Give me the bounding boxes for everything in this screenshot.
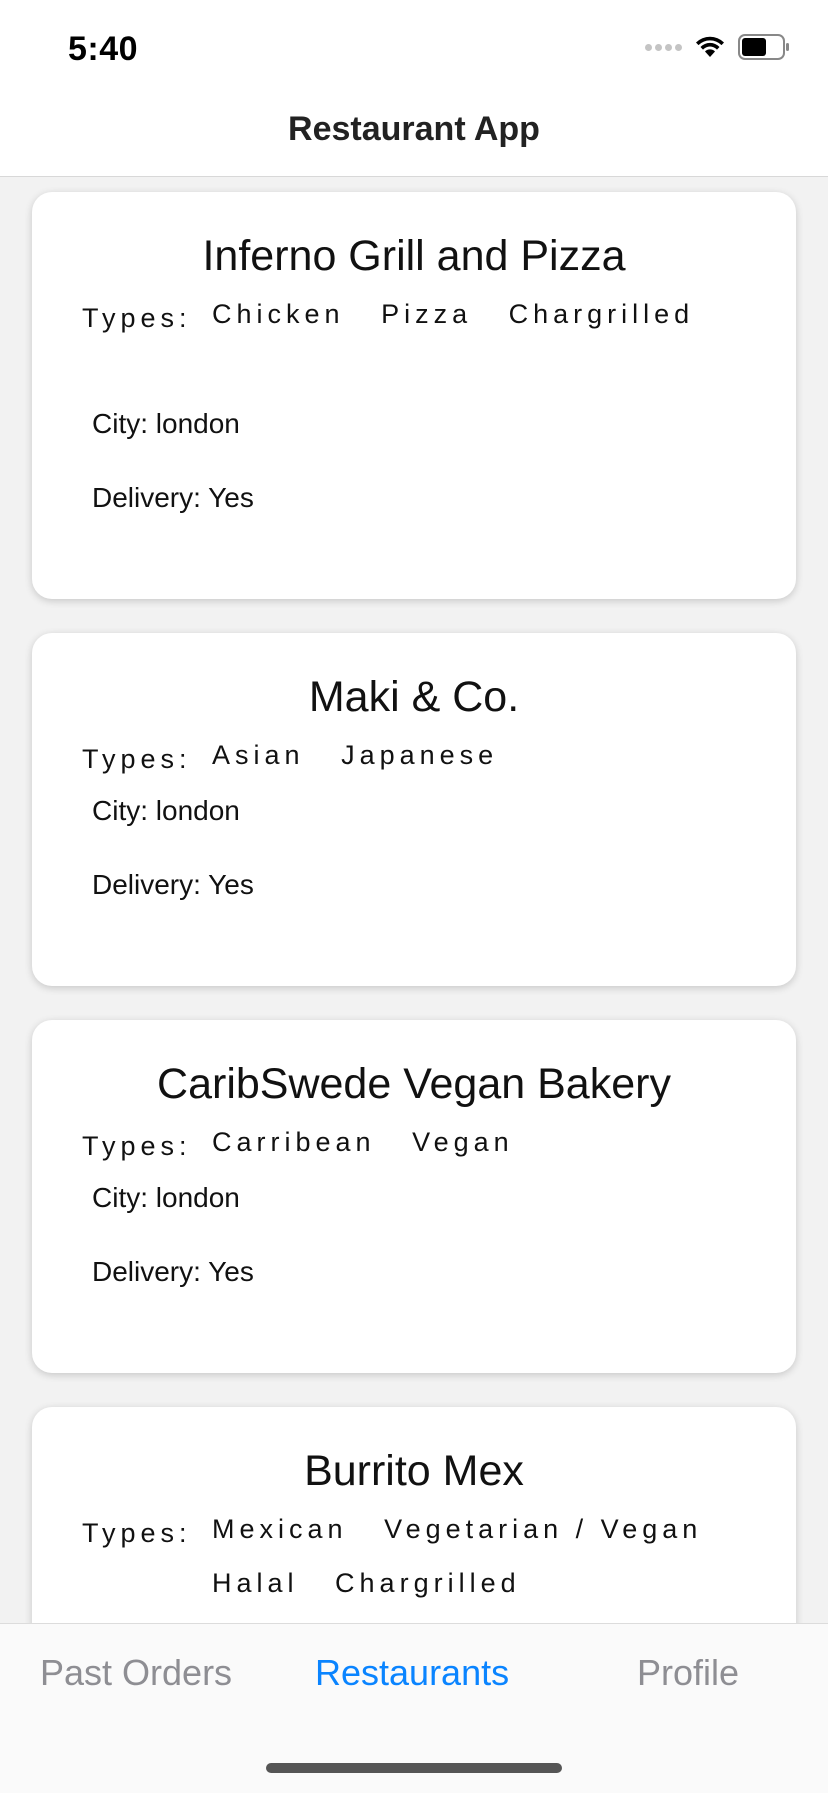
home-indicator[interactable] [266,1763,562,1773]
delivery-text: Delivery: Yes [92,1256,254,1287]
types-tags: Asian Japanese [212,728,772,782]
type-tag: Chargrilled [508,299,695,329]
types-label: Types: [82,744,192,774]
restaurant-name: Maki & Co. [308,673,520,721]
type-tag: Chargrilled [335,1568,521,1598]
status-icons [645,34,790,60]
tab-profile[interactable]: Profile [637,1652,739,1694]
types-label: Types: [82,1518,192,1548]
types-tags: Chicken Pizza Chargrilled [212,287,772,341]
city-text: City: london [92,795,240,826]
city-text: City: london [92,408,240,439]
tab-past-orders[interactable]: Past Orders [40,1652,232,1694]
tab-restaurants[interactable]: Restaurants [315,1652,509,1694]
type-tag: Halal [212,1568,299,1598]
type-tag: Asian [212,740,305,770]
type-tag: Carribean [212,1127,376,1157]
cellular-signal-icon [645,43,682,51]
navigation-header: Restaurant App [0,92,828,177]
type-tag: Pizza [381,299,473,329]
restaurant-list[interactable]: Inferno Grill and Pizza Types: Chicken P… [0,177,828,1623]
type-tag: Vegetarian / Vegan [384,1514,703,1544]
types-label: Types: [82,303,192,333]
status-bar: 5:40 [0,0,828,92]
types-tags: Carribean Vegan [212,1115,772,1169]
page-title: Restaurant App [288,110,540,148]
restaurant-name: Inferno Grill and Pizza [202,232,626,280]
type-tag: Vegan [412,1127,514,1157]
battery-icon [738,34,789,60]
delivery-text: Delivery: Yes [92,482,254,513]
type-tag: Chicken [212,299,345,329]
wifi-icon [696,36,724,57]
restaurant-name: Burrito Mex [304,1447,524,1495]
restaurant-card[interactable]: Maki & Co. Types: Asian Japanese City: l… [32,633,796,986]
restaurant-card[interactable]: CaribSwede Vegan Bakery Types: Carribean… [32,1020,796,1373]
types-label: Types: [82,1131,192,1161]
type-tag: Japanese [341,740,499,770]
restaurant-card[interactable]: Burrito Mex Types: Mexican Vegetarian / … [32,1407,796,1623]
restaurant-card[interactable]: Inferno Grill and Pizza Types: Chicken P… [32,192,796,599]
city-text: City: london [92,1182,240,1213]
type-tag: Mexican [212,1514,348,1544]
restaurant-name: CaribSwede Vegan Bakery [157,1060,671,1108]
delivery-text: Delivery: Yes [92,869,254,900]
status-time: 5:40 [68,30,139,68]
types-tags: Mexican Vegetarian / Vegan Halal Chargri… [212,1502,772,1610]
